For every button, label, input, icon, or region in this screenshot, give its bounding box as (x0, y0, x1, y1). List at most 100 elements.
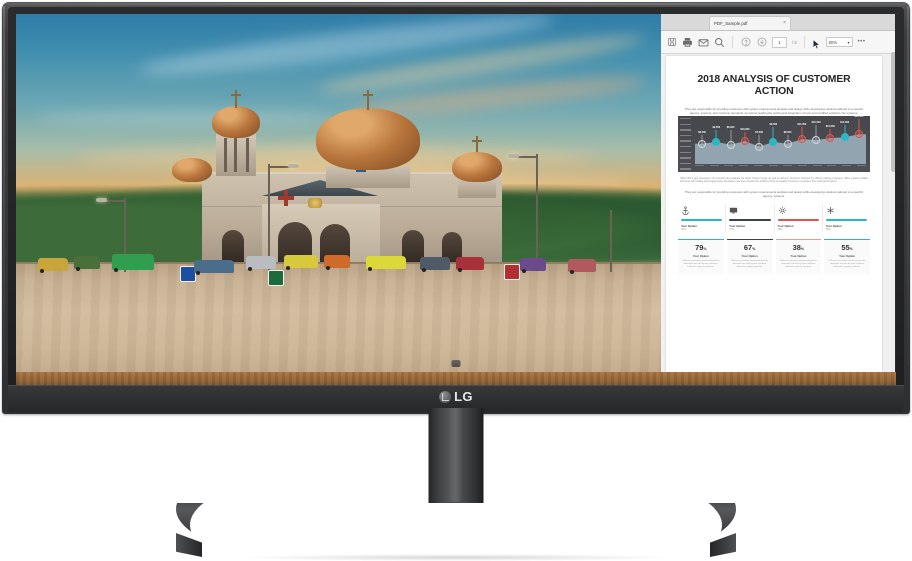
street-sign (268, 270, 284, 286)
chart-x-tick (842, 165, 852, 167)
percent-label: Your Option (692, 254, 709, 259)
select-arrow-icon[interactable] (812, 37, 821, 49)
chart-value-label: $9,500 (769, 122, 778, 126)
chart-y-tick (680, 129, 691, 131)
page-number-input[interactable]: 1 (772, 36, 787, 48)
chart-data-point (769, 137, 778, 146)
more-options-button[interactable]: ••• (858, 39, 866, 45)
cathedral-gold-ornament (308, 198, 322, 208)
chart-x-tick (724, 165, 734, 167)
chart-x-ticks (695, 165, 866, 171)
chart-data-point (854, 130, 863, 139)
browser-tab-bar: PDF_Sample.pdf × (661, 14, 896, 31)
cathedral-cross (231, 90, 241, 108)
lg-wordmark: LG (454, 389, 473, 404)
option-value: 55% (825, 228, 831, 232)
percent-card: 55% Your Option Different consumer needs a… (824, 239, 870, 274)
search-icon[interactable] (714, 37, 725, 48)
chart-y-tick (680, 140, 691, 142)
chart-value-label: $8,000 (726, 125, 735, 129)
toolbar-divider (732, 36, 733, 48)
chart-x-tick (827, 165, 837, 167)
chart-value-label: $10,000 (740, 127, 750, 131)
page-total-label: / 2 (792, 39, 797, 45)
bezel-top-highlight (6, 3, 906, 5)
monitor-icon (729, 205, 770, 216)
close-icon[interactable]: × (783, 21, 786, 26)
chart-y-tick (680, 168, 691, 170)
tab-pdf-sample[interactable]: PDF_Sample.pdf × (709, 16, 791, 30)
intro-paragraph: They are responsible for providing custo… (684, 106, 864, 115)
footnote-text: *Most SW & app developers can research a… (680, 177, 868, 184)
option-label: Your Option (777, 223, 794, 228)
option-bar (729, 219, 771, 221)
cathedral-building (166, 54, 546, 276)
pdf-viewer-window: PDF_Sample.pdf × 1 / 2 80% ▾ ••• 2018 AN… (661, 14, 896, 372)
osd-joystick[interactable] (451, 360, 461, 367)
chart-x-tick (695, 165, 704, 167)
street-lamp-head (288, 164, 299, 168)
chart-y-ticks (680, 118, 695, 170)
parked-car (456, 257, 484, 272)
bezel-wood-strip (16, 372, 896, 385)
chart-value-label: $8,500 (698, 130, 706, 134)
chart-data-point (783, 139, 792, 148)
pdf-toolbar: 1 / 2 80% ▾ ••• (661, 31, 896, 54)
zoom-select[interactable]: 80% ▾ (825, 37, 853, 47)
print-icon[interactable] (682, 37, 693, 48)
percent-value: 55% (841, 243, 853, 253)
percent-label: Your Option (790, 254, 807, 259)
asterisk-icon (826, 205, 867, 216)
option-value: 70% (681, 228, 687, 232)
chart-value-label: $8,500 (783, 130, 792, 134)
revenue-area-chart: $8,500 $9,500 $8,000 $10,000 $7,000 $9,500 $8,… (678, 116, 870, 172)
chart-y-tick (680, 118, 691, 120)
belltower-column (246, 138, 249, 172)
percent-description: Different consumer needs and specific de… (828, 259, 866, 268)
chart-x-tick (753, 165, 763, 167)
product-shot: PDF_Sample.pdf × 1 / 2 80% ▾ ••• 2018 AN… (0, 0, 912, 561)
percent-label: Your Option (839, 254, 856, 259)
download-icon[interactable] (756, 37, 767, 48)
option-cell: Your Option 67% (726, 205, 775, 232)
cathedral-belltower-dome (212, 106, 260, 138)
chart-value-label: $9,500 (712, 125, 721, 129)
stand-shadow (241, 554, 671, 561)
option-label: Your Option (825, 223, 842, 228)
save-icon[interactable] (666, 37, 677, 48)
chart-data-point (740, 136, 749, 145)
option-cell: Your Option 55% (823, 205, 870, 231)
cathedral-cross (363, 90, 373, 110)
pdf-page: 2018 ANALYSIS OF CUSTOMER ACTION They ar… (666, 56, 882, 372)
cathedral-main-dome (316, 108, 420, 170)
chevron-down-icon: ▾ (847, 39, 850, 45)
chart-value-label: $11,500 (825, 125, 835, 129)
street-sign (504, 264, 520, 280)
chart-data-point (826, 134, 835, 143)
desktop-wallpaper (16, 14, 661, 372)
belltower-column (234, 138, 237, 172)
second-paragraph: They are responsible for providing custo… (684, 189, 864, 198)
cathedral-red-cross (278, 190, 294, 206)
option-bar (681, 219, 723, 221)
percent-unit: % (849, 247, 853, 252)
option-icon-row: Your Option 70% Your Option 67% Your Option 3… (678, 205, 870, 232)
chart-plot-area: $8,500 $9,500 $8,000 $10,000 $7,000 $9,500 $8,… (695, 116, 866, 164)
chart-value-label: $10,500 (811, 121, 821, 125)
street-lamp (536, 154, 538, 270)
option-bar (777, 219, 819, 221)
chart-x-tick (709, 165, 719, 167)
plaza-pavement (16, 264, 661, 372)
chart-y-tick (680, 151, 691, 154)
chart-y-tick (680, 162, 691, 165)
parked-car (194, 260, 234, 275)
help-icon[interactable] (740, 37, 751, 48)
chart-data-point (712, 137, 721, 146)
email-icon[interactable] (698, 37, 709, 48)
chart-y-tick (680, 123, 691, 125)
percent-card-row: 79% Your Option Different consumer needs a… (678, 239, 870, 274)
parked-truck (112, 254, 154, 272)
anchor-icon (681, 205, 722, 216)
chart-value-label: $11,000 (797, 123, 807, 127)
chart-data-point (726, 140, 735, 149)
